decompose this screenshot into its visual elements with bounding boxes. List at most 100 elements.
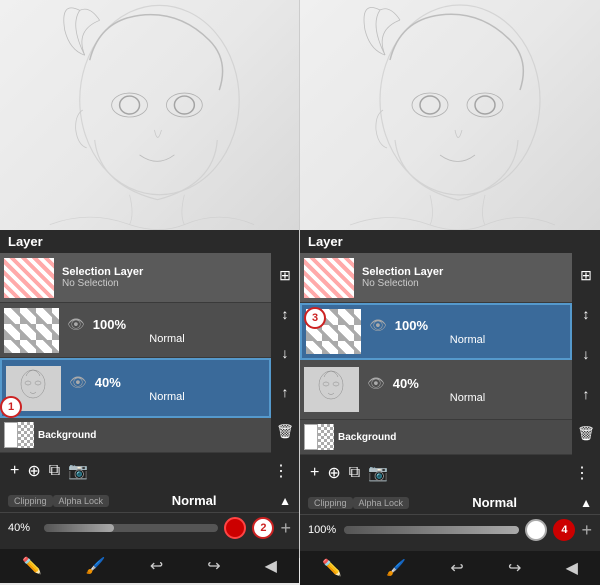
left-clipping-tag[interactable]: Clipping: [8, 495, 53, 507]
left-layer2-thumb: [4, 308, 59, 353]
left-side-btn-2[interactable]: ↕: [280, 305, 291, 323]
right-clipping-tag[interactable]: Clipping: [308, 497, 353, 509]
left-side-btn-1[interactable]: ⊞: [277, 266, 293, 284]
left-layer2-blend: Normal: [67, 333, 267, 345]
right-circle-3: 3: [304, 307, 326, 329]
right-layer-1[interactable]: 👁 40% Normal: [300, 360, 572, 420]
left-selection-sub: No Selection: [62, 278, 267, 289]
left-opacity-slider[interactable]: [44, 524, 218, 532]
left-circle-2: 2: [252, 517, 274, 539]
right-layer2-blend: Normal: [369, 334, 566, 346]
left-bottom-controls: + ⊕ ⧉ 📷 ⋮: [0, 453, 299, 489]
left-mode-up[interactable]: ▲: [279, 494, 291, 508]
right-layer1-blend: Normal: [367, 392, 568, 404]
left-tools-bar: ✏️ 🖌️ ↩ ↪ ◀: [0, 549, 299, 583]
left-dup-btn[interactable]: ⧉: [45, 460, 64, 482]
right-opacity-circle[interactable]: [525, 519, 547, 541]
left-panel: Layer Selection Layer No Selection: [0, 0, 300, 558]
right-background-layer[interactable]: Background: [300, 420, 572, 455]
right-merge-btn[interactable]: ⊕: [323, 461, 344, 485]
right-bottom-bottom: 100% 4 +: [300, 515, 600, 545]
left-side-btn-4[interactable]: ↑: [280, 383, 291, 401]
right-alpha-tag[interactable]: Alpha Lock: [353, 497, 410, 509]
right-tool-back[interactable]: ◀: [562, 556, 582, 580]
left-layer-title: Layer: [8, 234, 43, 249]
right-dup-btn[interactable]: ⧉: [345, 462, 364, 484]
right-side-btn-trash[interactable]: 🗑: [575, 424, 597, 442]
left-background-layer[interactable]: Background: [0, 418, 271, 453]
right-layer1-eye[interactable]: 👁: [367, 375, 385, 392]
right-mode-up[interactable]: ▲: [580, 496, 592, 510]
right-opacity-fill: [344, 526, 519, 534]
right-bg-checker: [318, 424, 334, 450]
right-tool-undo[interactable]: ↩: [446, 556, 467, 580]
right-tools-bar: ✏️ 🖌️ ↩ ↪ ◀: [300, 551, 600, 585]
left-plus-btn[interactable]: +: [280, 518, 291, 539]
left-side-btn-3[interactable]: ↓: [280, 344, 291, 362]
right-bottom-controls: + ⊕ ⧉ 📷 ⋮: [300, 455, 600, 491]
right-tool-pen[interactable]: ✏️: [318, 556, 346, 580]
right-selection-name: Selection Layer: [362, 266, 568, 278]
left-layer-header: Layer: [0, 230, 299, 253]
right-layer2-opacity: 100%: [395, 318, 428, 333]
right-opacity-slider[interactable]: [344, 526, 519, 534]
right-side-controls: ⊞ ↕ ↓ ↑ 🗑: [572, 253, 600, 455]
right-layer-content: Selection Layer No Selection 3 👁 100% No…: [300, 253, 600, 455]
left-layer-1[interactable]: 1: [0, 358, 271, 418]
right-camera-btn[interactable]: 📷: [364, 461, 392, 485]
right-tool-redo[interactable]: ↪: [504, 556, 525, 580]
right-tool-brush[interactable]: 🖌️: [382, 556, 410, 580]
right-panel: Layer Selection Layer No Selection 3: [300, 0, 600, 558]
right-selection-thumb: [304, 258, 354, 298]
right-selection-layer[interactable]: Selection Layer No Selection: [300, 253, 572, 303]
right-side-btn-2[interactable]: ↕: [581, 305, 592, 323]
right-side-btn-4[interactable]: ↑: [581, 385, 592, 403]
left-add-btn[interactable]: +: [6, 460, 23, 482]
left-layer-content: Selection Layer No Selection 👁 100% Norm…: [0, 253, 299, 453]
right-layer-title: Layer: [308, 234, 343, 249]
right-layer-panel: Layer Selection Layer No Selection 3: [300, 230, 600, 491]
left-layer2-info: 👁 100% Normal: [63, 314, 271, 347]
right-side-btn-1[interactable]: ⊞: [578, 266, 594, 284]
left-layer-2[interactable]: 👁 100% Normal: [0, 303, 271, 358]
left-side-btn-trash[interactable]: 🗑: [274, 422, 296, 440]
left-bg-name: Background: [38, 430, 96, 441]
right-selection-sub: No Selection: [362, 278, 568, 289]
left-layer1-eye[interactable]: 👁: [69, 374, 87, 391]
right-opacity-val: 100%: [308, 524, 338, 536]
left-opacity-fill: [44, 524, 114, 532]
right-layer-header: Layer: [300, 230, 600, 253]
left-bg-checker: [18, 422, 34, 448]
left-more-btn[interactable]: ⋮: [269, 459, 293, 483]
right-bottom-top: Clipping Alpha Lock Normal ▲: [300, 491, 600, 515]
left-alpha-tag[interactable]: Alpha Lock: [53, 495, 110, 507]
right-add-btn[interactable]: +: [306, 462, 323, 484]
right-layer1-opacity: 40%: [393, 376, 419, 391]
left-opacity-val: 40%: [8, 522, 38, 534]
right-selection-info: Selection Layer No Selection: [358, 264, 572, 291]
left-canvas: [0, 0, 299, 230]
left-layer1-blend: Normal: [69, 391, 265, 403]
right-bottom-bar: Clipping Alpha Lock Normal ▲ 100% 4 +: [300, 491, 600, 551]
left-circle-1: 1: [0, 396, 22, 418]
right-bg-name: Background: [338, 432, 396, 443]
right-layer2-eye[interactable]: 👁: [369, 317, 387, 334]
left-selection-layer[interactable]: Selection Layer No Selection: [0, 253, 271, 303]
right-more-btn[interactable]: ⋮: [570, 461, 594, 485]
left-blend-mode[interactable]: Normal: [109, 493, 279, 508]
left-opacity-circle[interactable]: [224, 517, 246, 539]
left-camera-btn[interactable]: 📷: [64, 459, 92, 483]
left-layer-panel: Layer Selection Layer No Selection: [0, 230, 299, 489]
right-plus-btn[interactable]: +: [581, 520, 592, 541]
left-merge-btn[interactable]: ⊕: [23, 459, 44, 483]
left-bottom-bottom: 40% 2 +: [0, 513, 299, 543]
left-layer2-opacity: 100%: [93, 317, 126, 332]
right-layer2-info: 👁 100% Normal: [365, 315, 570, 348]
right-layer1-info: 👁 40% Normal: [363, 373, 572, 406]
left-layer2-eye[interactable]: 👁: [67, 316, 85, 333]
right-side-btn-3[interactable]: ↓: [581, 345, 592, 363]
left-selection-thumb: [4, 258, 54, 298]
right-blend-mode[interactable]: Normal: [409, 495, 580, 510]
right-layer-2[interactable]: 3 👁 100% Normal: [300, 303, 572, 360]
right-circle-4: 4: [553, 519, 575, 541]
